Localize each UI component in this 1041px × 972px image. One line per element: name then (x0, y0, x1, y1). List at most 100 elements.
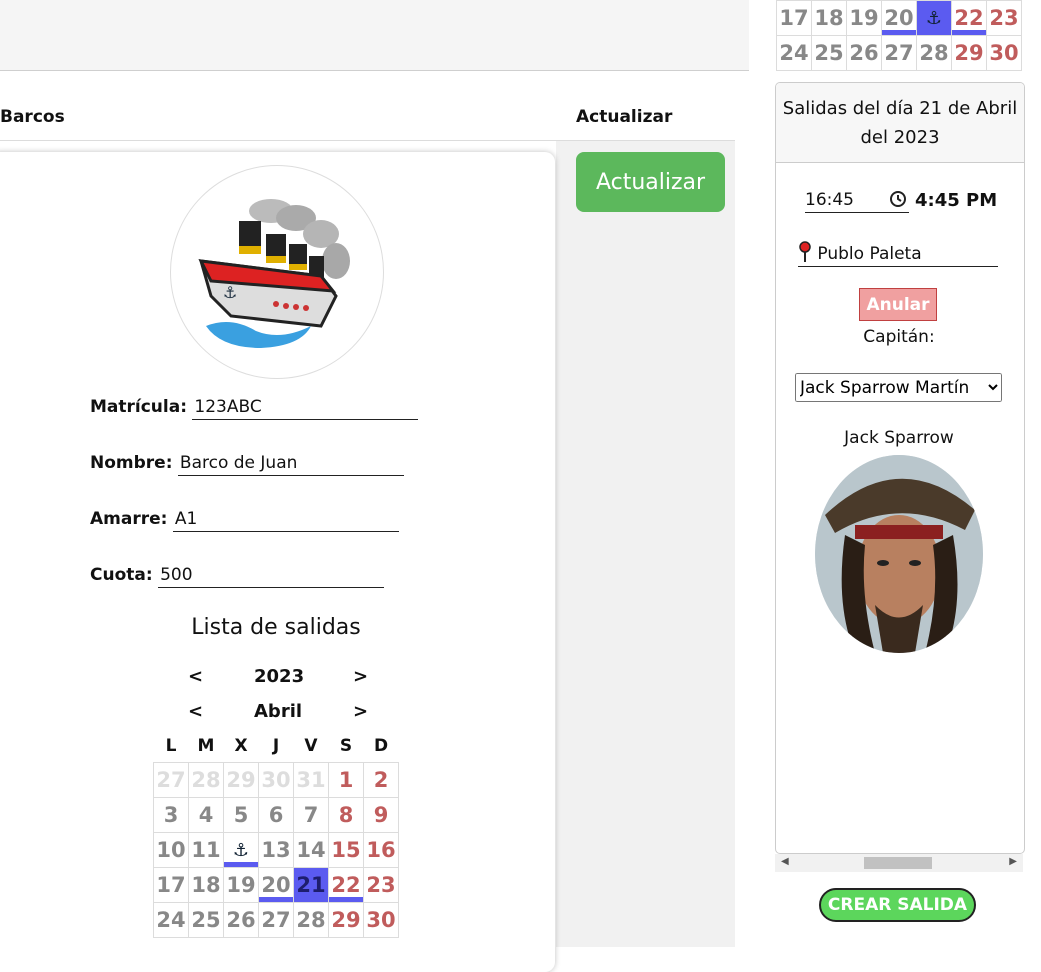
mini-calendar-day[interactable]: 20 (881, 0, 917, 36)
weekday-label: X (234, 736, 248, 756)
calendar-day[interactable]: 20 (258, 867, 294, 903)
weekday-label: D (373, 736, 389, 756)
calendar-day[interactable]: 21 (293, 867, 329, 903)
weekday-label: S (339, 736, 353, 756)
time-input[interactable]: 16:45 (805, 190, 909, 213)
mini-calendar-day[interactable]: 25 (811, 35, 847, 71)
year-nav: < 2023 > (0, 666, 560, 690)
calendar-week: 10 11 ⚓ 13 14 15 16 (153, 832, 399, 868)
calendar-day[interactable]: 30 (258, 762, 294, 798)
mini-calendar-day[interactable]: 24 (776, 35, 812, 71)
calendar-day[interactable]: 13 (258, 832, 294, 868)
calendar-day[interactable]: 22 (328, 867, 364, 903)
nombre-label: Nombre: (90, 453, 173, 473)
matricula-input[interactable]: 123ABC (192, 397, 419, 420)
cuota-field: Cuota: 500 (90, 565, 385, 588)
calendar-day[interactable]: 3 (153, 797, 189, 833)
nombre-field: Nombre: Barco de Juan (90, 453, 404, 476)
calendar-day[interactable]: 28 (188, 762, 224, 798)
calendar-day[interactable]: 25 (188, 902, 224, 938)
top-bar (0, 0, 749, 71)
month-label: Abril (254, 701, 303, 722)
cuota-label: Cuota: (90, 565, 153, 585)
boat-image: ⚓ (170, 165, 384, 379)
actualizar-button[interactable]: Actualizar (576, 152, 725, 212)
clock-icon[interactable] (889, 190, 907, 213)
matricula-label: Matrícula: (90, 397, 188, 417)
weekday-label: J (272, 736, 280, 756)
prev-year-button[interactable]: < (188, 666, 203, 687)
calendar-day[interactable]: 28 (293, 902, 329, 938)
weekday-header: LMX J V SD (154, 736, 399, 758)
scroll-thumb[interactable] (864, 857, 932, 869)
horizontal-scrollbar[interactable]: ◀ ▶ (775, 854, 1023, 872)
month-nav: < Abril > (0, 701, 560, 725)
next-month-button[interactable]: > (353, 701, 368, 722)
calendar-day-departure[interactable]: ⚓ (223, 832, 259, 868)
calendar-title: Lista de salidas (191, 615, 361, 640)
prev-month-button[interactable]: < (188, 701, 203, 722)
calendar-day[interactable]: 17 (153, 867, 189, 903)
capitan-select[interactable]: Jack Sparrow Martín (795, 373, 1002, 402)
crear-salida-button[interactable]: CREAR SALIDA (819, 888, 976, 922)
mini-calendar-day[interactable]: 30 (986, 35, 1022, 71)
scroll-right-icon[interactable]: ▶ (1009, 856, 1017, 867)
calendar-day[interactable]: 6 (258, 797, 294, 833)
actions-column (556, 141, 735, 947)
calendar-day[interactable]: 8 (328, 797, 364, 833)
calendar-day[interactable]: 27 (258, 902, 294, 938)
calendar-day[interactable]: 11 (188, 832, 224, 868)
calendar-day[interactable]: 29 (328, 902, 364, 938)
scroll-left-icon[interactable]: ◀ (781, 856, 789, 867)
place-value: Publo Paleta (817, 244, 922, 264)
calendar-day[interactable]: 16 (363, 832, 399, 868)
mini-calendar-day[interactable]: 29 (951, 35, 987, 71)
pin-icon (798, 241, 817, 264)
capitan-label: Capitán: (863, 327, 935, 347)
column-header-barcos: Barcos (0, 107, 65, 127)
mini-calendar-day[interactable]: 18 (811, 0, 847, 36)
cuota-input[interactable]: 500 (158, 565, 385, 588)
calendar-day[interactable]: 24 (153, 902, 189, 938)
mini-calendar-day[interactable]: 22 (951, 0, 987, 36)
calendar-day[interactable]: 26 (223, 902, 259, 938)
calendar-day[interactable]: 29 (223, 762, 259, 798)
calendar-day[interactable]: 23 (363, 867, 399, 903)
amarre-input[interactable]: A1 (172, 509, 399, 532)
calendar-day[interactable]: 31 (293, 762, 329, 798)
calendar-day[interactable]: 27 (153, 762, 189, 798)
mini-calendar-day[interactable]: 26 (846, 35, 882, 71)
mini-calendar-day-departure[interactable]: ⚓ (916, 0, 952, 36)
calendar-day[interactable]: 19 (223, 867, 259, 903)
weekday-label: V (304, 736, 318, 756)
calendar-week: 17 18 19 20 21 22 23 (153, 867, 399, 903)
calendar-day[interactable]: 15 (328, 832, 364, 868)
mini-calendar-day[interactable]: 27 (881, 35, 917, 71)
calendar-day[interactable]: 10 (153, 832, 189, 868)
svg-text:⚓: ⚓ (223, 283, 237, 302)
calendar-day[interactable]: 30 (363, 902, 399, 938)
calendar-day[interactable]: 1 (328, 762, 364, 798)
nombre-input[interactable]: Barco de Juan (177, 453, 404, 476)
mini-calendar-day[interactable]: 19 (846, 0, 882, 36)
calendar-week: 3456789 (153, 797, 399, 833)
calendar-day[interactable]: 18 (188, 867, 224, 903)
matricula-field: Matrícula: 123ABC (90, 397, 419, 420)
mini-calendar-day[interactable]: 28 (916, 35, 952, 71)
calendar-day[interactable]: 14 (293, 832, 329, 868)
calendar-day[interactable]: 7 (293, 797, 329, 833)
mini-calendar-week: 24 25 26 27 28 29 30 (776, 35, 1022, 71)
calendar-day[interactable]: 5 (223, 797, 259, 833)
amarre-label: Amarre: (90, 509, 168, 529)
mini-calendar-day[interactable]: 17 (776, 0, 812, 36)
anular-button[interactable]: Anular (859, 288, 937, 321)
place-input[interactable]: Publo Paleta (798, 241, 998, 267)
amarre-field: Amarre: A1 (90, 509, 399, 532)
calendar-day[interactable]: 9 (363, 797, 399, 833)
mini-calendar-day[interactable]: 23 (986, 0, 1022, 36)
calendar-day[interactable]: 2 (363, 762, 399, 798)
next-year-button[interactable]: > (353, 666, 368, 687)
captain-photo (815, 455, 983, 653)
calendar-day[interactable]: 4 (188, 797, 224, 833)
calendar-week: 27 28 29 30 31 1 2 (153, 762, 399, 798)
